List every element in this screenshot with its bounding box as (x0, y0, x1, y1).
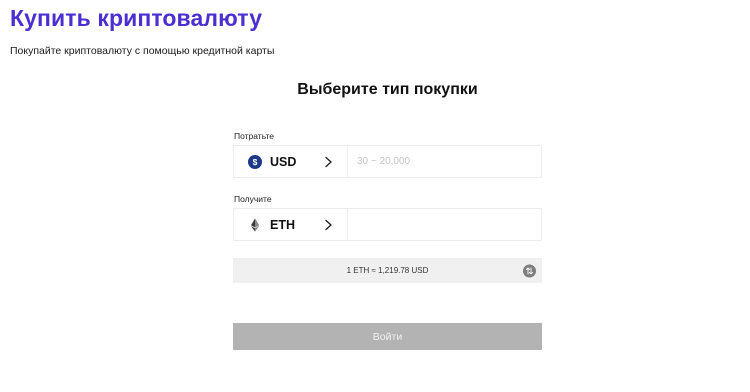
spend-row: $ USD (233, 145, 542, 178)
exchange-rate-bar: 1 ETH ≈ 1,219.78 USD (233, 258, 542, 283)
receive-amount-input[interactable] (348, 209, 541, 240)
spend-currency-select[interactable]: $ USD (234, 146, 348, 177)
swap-vertical-icon[interactable] (523, 264, 536, 277)
purchase-type-title: Выберите тип покупки (297, 81, 478, 98)
usd-coin-icon: $ (248, 154, 262, 169)
chevron-right-icon (325, 219, 332, 230)
ethereum-icon (251, 218, 259, 231)
receive-currency-select[interactable]: ETH (234, 209, 348, 240)
page-title: Купить криптовалюту (10, 5, 263, 31)
page-subtitle: Покупайте криптовалюту с помощью кредитн… (10, 45, 275, 57)
receive-currency-code: ETH (270, 217, 295, 232)
exchange-rate-text: 1 ETH ≈ 1,219.78 USD (346, 266, 429, 275)
receive-label: Получите (234, 194, 272, 204)
spend-label: Потратьте (234, 131, 274, 141)
login-button[interactable]: Войти (233, 323, 542, 350)
spend-currency-code: USD (270, 154, 297, 169)
spend-amount-input[interactable] (348, 146, 541, 177)
chevron-right-icon (325, 156, 332, 167)
receive-row: ETH (233, 208, 542, 241)
